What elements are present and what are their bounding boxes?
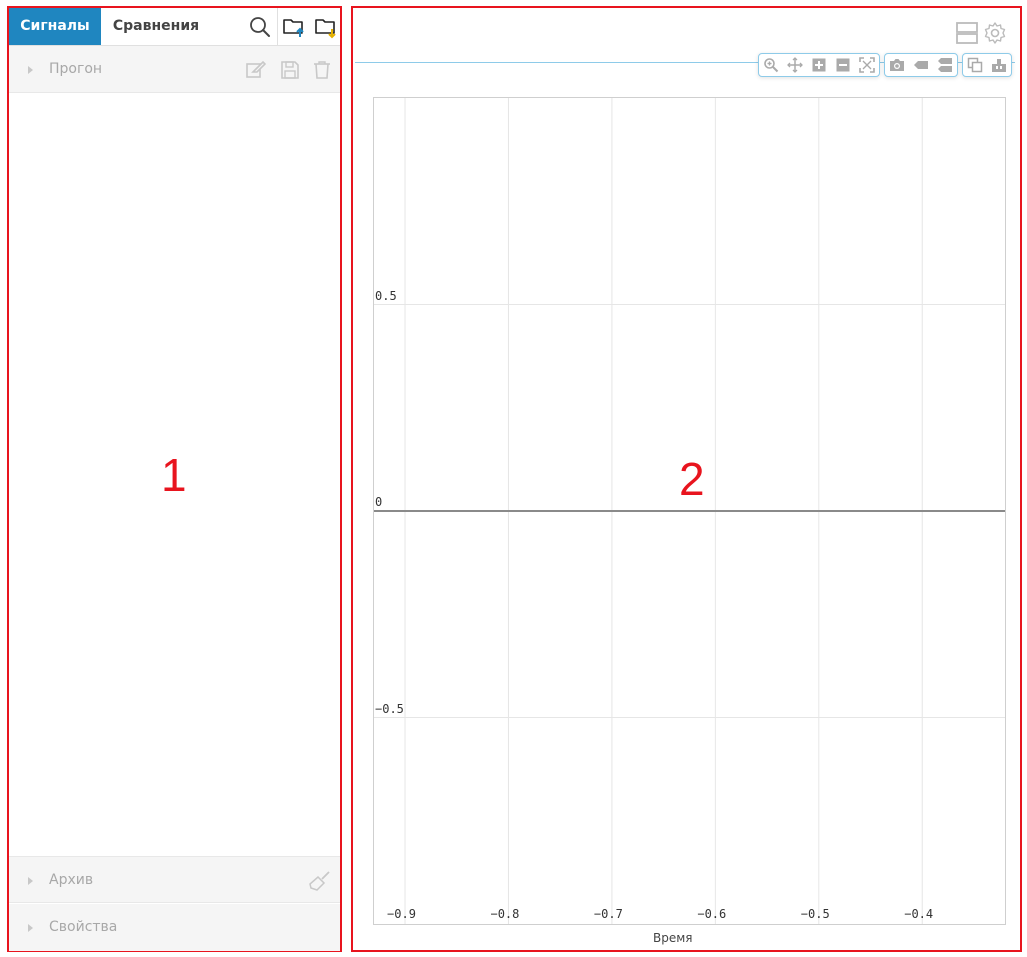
save-icon[interactable] xyxy=(279,59,301,81)
y-tick-label: −0.5 xyxy=(375,701,404,716)
x-tick-label: −0.6 xyxy=(697,907,727,921)
signals-panel: Сигналы Сравнения Прогон 1 Архив Свойств… xyxy=(7,6,342,952)
tab-comparisons[interactable]: Сравнения xyxy=(101,8,211,45)
folder-download-icon[interactable] xyxy=(314,15,338,39)
modebar-zoom-group xyxy=(758,53,880,77)
plot-toolbox-icon[interactable] xyxy=(991,57,1007,73)
run-section-header[interactable]: Прогон xyxy=(9,46,340,93)
broom-icon[interactable] xyxy=(309,870,331,892)
run-section-title: Прогон xyxy=(49,61,103,77)
x-tick-label: −0.4 xyxy=(904,907,934,921)
properties-section-header[interactable]: Свойства xyxy=(9,904,340,951)
zoom-icon[interactable] xyxy=(763,57,779,73)
plot-area[interactable]: −0.9 −0.8 −0.7 −0.6 −0.5 −0.4 0.5 0 −0.5 xyxy=(373,97,1006,925)
folder-upload-icon[interactable] xyxy=(282,15,306,39)
annotation-label-2: 2 xyxy=(679,453,705,505)
y-tick-label: 0.5 xyxy=(375,288,397,303)
x-tick-label: −0.7 xyxy=(593,907,623,921)
trash-icon[interactable] xyxy=(311,59,333,81)
caret-right-icon xyxy=(28,877,33,885)
x-axis-title: Время xyxy=(653,931,693,945)
caret-right-icon xyxy=(28,924,33,932)
edit-icon[interactable] xyxy=(244,59,267,81)
toolbar-divider xyxy=(277,8,278,45)
chart-canvas xyxy=(374,98,1005,924)
archive-section-header[interactable]: Архив xyxy=(9,856,340,903)
x-tick-label: −0.9 xyxy=(387,907,416,921)
copy-icon[interactable] xyxy=(967,57,983,73)
tab-signals[interactable]: Сигналы xyxy=(9,8,101,45)
zoom-out-icon[interactable] xyxy=(835,57,851,73)
panel-tabbar: Сигналы Сравнения xyxy=(9,8,340,46)
camera-icon[interactable] xyxy=(889,57,905,73)
compare-hover-icon[interactable] xyxy=(937,57,953,73)
y-tick-label: 0 xyxy=(375,495,383,509)
archive-section-title: Архив xyxy=(49,872,94,888)
x-tick-label: −0.5 xyxy=(800,907,830,921)
modebar-extra-group xyxy=(962,53,1012,77)
plot-panel: −0.9 −0.8 −0.7 −0.6 −0.5 −0.4 0.5 0 −0.5 2 Время xyxy=(351,6,1022,952)
split-layout-icon[interactable] xyxy=(955,21,979,45)
gear-icon[interactable] xyxy=(983,21,1007,45)
hover-label-icon[interactable] xyxy=(913,57,929,73)
zoom-in-icon[interactable] xyxy=(811,57,827,73)
autoscale-icon[interactable] xyxy=(859,57,875,73)
search-icon[interactable] xyxy=(248,15,272,39)
annotation-label-1: 1 xyxy=(161,449,187,501)
x-tick-label: −0.8 xyxy=(490,907,520,921)
caret-right-icon xyxy=(28,66,33,74)
properties-section-title: Свойства xyxy=(49,919,118,935)
pan-icon[interactable] xyxy=(787,57,803,73)
modebar-export-group xyxy=(884,53,958,77)
